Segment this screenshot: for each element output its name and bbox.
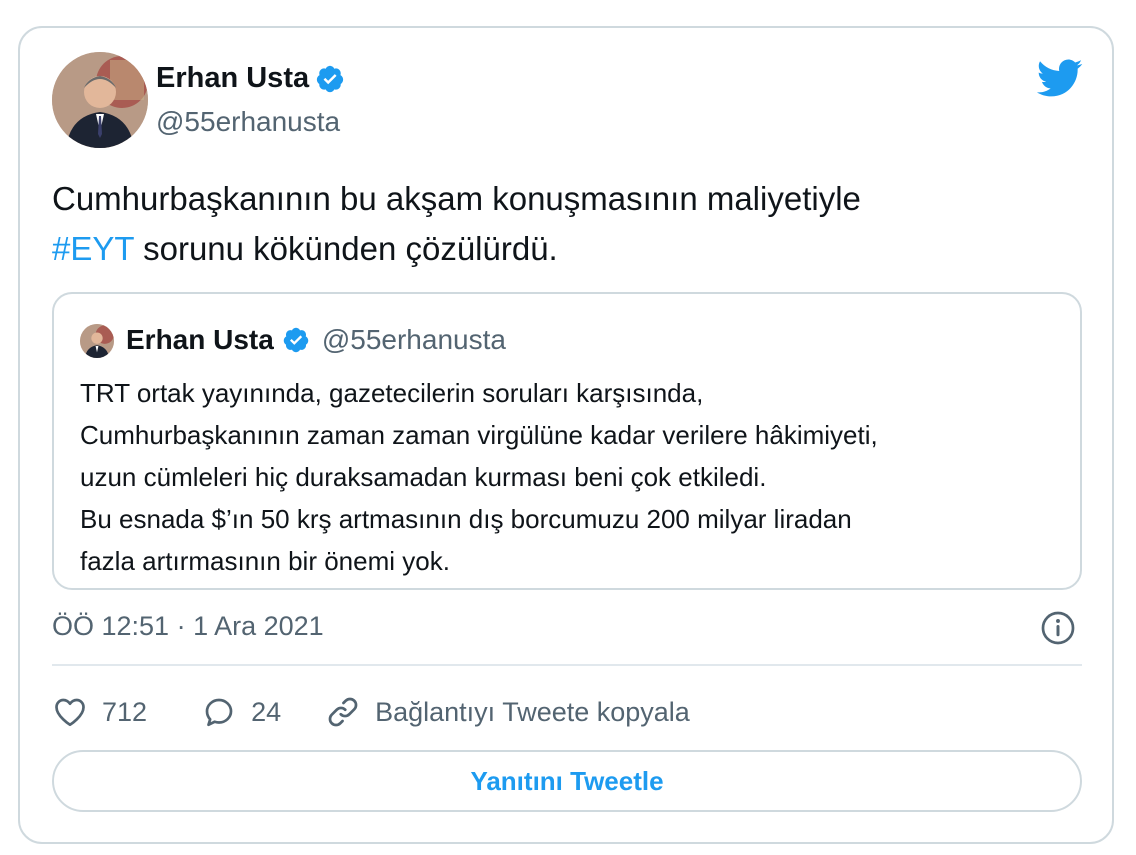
verified-badge-icon: [316, 65, 344, 92]
reply-bubble-icon: [205, 698, 233, 727]
twitter-bird-icon[interactable]: [1034, 58, 1084, 98]
quoted-text-line: Cumhurbaşkanının zaman zaman virgülüne k…: [80, 420, 878, 450]
tweet-text-before: Cumhurbaşkanının bu akşam konuşmasının m…: [52, 180, 861, 217]
quoted-author-name[interactable]: Erhan Usta: [126, 324, 274, 356]
quoted-text-line: Bu esnada $’ın 50 krş artmasının dış bor…: [80, 504, 852, 534]
reply-count-button[interactable]: 24: [201, 694, 281, 730]
reply-count: 24: [251, 696, 282, 727]
quoted-header: Erhan Usta @55erhanusta: [126, 324, 506, 356]
copy-link-button[interactable]: Bağlantıyı Tweete kopyala: [325, 694, 690, 730]
quoted-text-line: fazla artırmasının bir önemi yok.: [80, 546, 450, 576]
divider: [52, 664, 1082, 666]
author-handle[interactable]: @55erhanusta: [156, 106, 340, 138]
link-icon: [328, 697, 358, 727]
hashtag-link[interactable]: #EYT: [52, 230, 134, 267]
author-name-row[interactable]: Erhan Usta: [156, 62, 345, 95]
author-name[interactable]: Erhan Usta: [156, 62, 309, 95]
heart-icon: [55, 698, 85, 727]
quoted-tweet[interactable]: Erhan Usta @55erhanusta TRT ortak yayını…: [52, 292, 1082, 590]
author-avatar[interactable]: [52, 52, 148, 148]
quoted-author-avatar[interactable]: [80, 324, 114, 358]
info-icon[interactable]: [1040, 610, 1076, 646]
quoted-author-handle: @55erhanusta: [321, 324, 506, 355]
tweet-text-after: sorunu kökünden çözülürdü.: [133, 230, 558, 267]
quoted-text-line: uzun cümleleri hiç duraksamadan kurması …: [80, 462, 767, 492]
like-count: 712: [102, 696, 148, 727]
quoted-text-line: TRT ortak yayınında, gazetecilerin sorul…: [80, 378, 704, 408]
tweet-text: Cumhurbaşkanının bu akşam konuşmasının m…: [52, 174, 1062, 274]
reply-tweet-button[interactable]: Yanıtını Tweetle: [52, 750, 1082, 812]
copy-link-label: Bağlantıyı Tweete kopyala: [375, 696, 690, 727]
tweet-timestamp[interactable]: ÖÖ 12:51 · 1 Ara 2021: [52, 611, 324, 642]
verified-badge-icon: [283, 327, 309, 353]
action-bar: 712 24 Bağlantıyı Tweete kopyala: [52, 690, 690, 734]
like-button[interactable]: 712: [52, 694, 147, 730]
quoted-text: TRT ortak yayınında, gazetecilerin sorul…: [80, 372, 1060, 582]
